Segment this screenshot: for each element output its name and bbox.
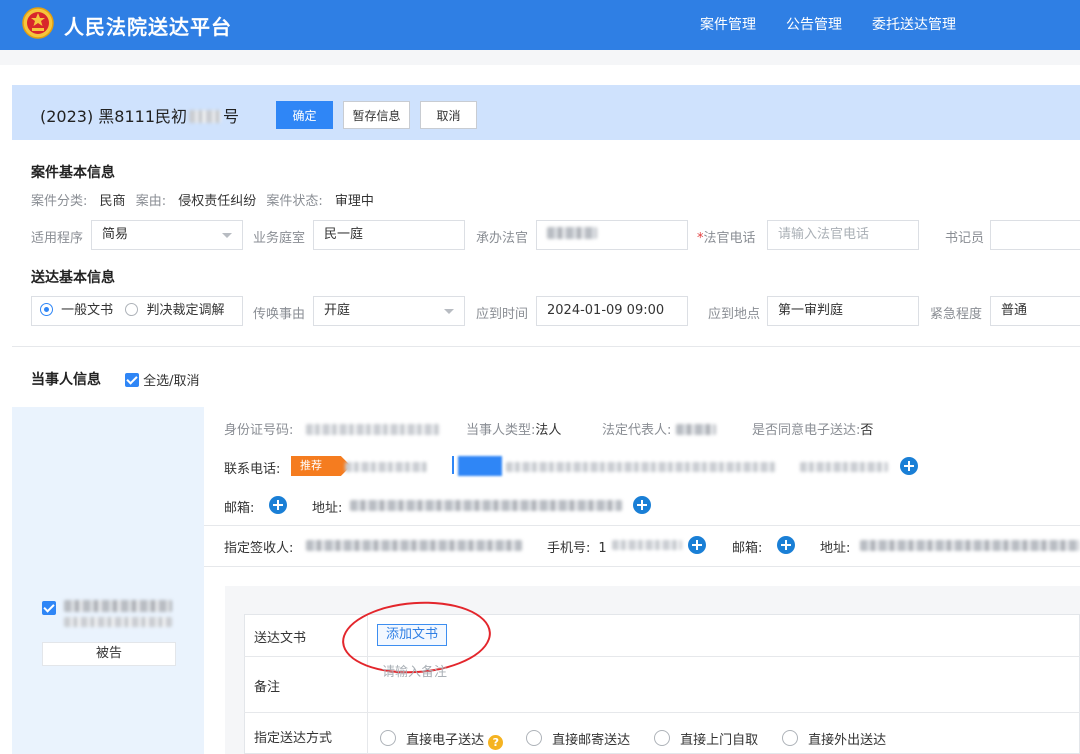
mobile-redacted <box>612 540 682 550</box>
electronic-consent: 是否同意电子送达:否 <box>752 423 874 438</box>
judge-phone-label: *法官电话 <box>697 231 756 246</box>
signer-redacted <box>306 540 522 551</box>
procedure-label: 适用程序 <box>31 231 84 246</box>
save-draft-button[interactable]: 暂存信息 <box>343 101 410 129</box>
checkbox-checked-icon[interactable] <box>125 373 139 387</box>
reason-select[interactable]: 开庭 <box>313 296 465 326</box>
row-divider-2 <box>244 712 1080 713</box>
radio-pickup[interactable] <box>654 730 670 746</box>
method-pickup[interactable]: 直接上门自取 <box>654 729 758 748</box>
judge-phone-input[interactable]: 请输入法官电话 <box>767 220 919 250</box>
text-cursor <box>452 456 454 474</box>
section-divider <box>12 346 1080 347</box>
court-label: 业务庭室 <box>253 231 306 246</box>
signer-address-label: 地址: <box>820 541 851 556</box>
court-emblem-icon <box>22 7 54 39</box>
case-number: (2023) 黑8111民初号 <box>40 107 240 126</box>
platform-title: 人民法院送达平台 <box>64 15 232 39</box>
radio-mail[interactable] <box>526 730 542 746</box>
method-mail[interactable]: 直接邮寄送达 <box>526 729 630 748</box>
address-label: 地址: <box>312 501 343 516</box>
nav-case-management[interactable]: 案件管理 <box>700 14 756 34</box>
remark-input[interactable]: 请输入备注 <box>382 661 447 680</box>
time-input[interactable]: 2024-01-09 09:00 <box>536 296 688 326</box>
nav-notice-management[interactable]: 公告管理 <box>786 14 842 34</box>
help-icon[interactable]: ? <box>488 735 504 750</box>
party-name-redacted-2 <box>64 617 172 627</box>
party-role-tag[interactable]: 被告 <box>42 642 176 666</box>
contact-phone-label: 联系电话: <box>224 462 281 477</box>
radio-general-document[interactable] <box>40 303 53 316</box>
court-input[interactable]: 民一庭 <box>313 220 465 250</box>
judge-input[interactable] <box>536 220 688 250</box>
radio-electronic[interactable] <box>380 730 396 746</box>
time-label: 应到时间 <box>476 307 529 322</box>
party-divider-2 <box>204 566 1080 567</box>
confirm-button[interactable]: 确定 <box>276 101 333 129</box>
radio-judgment-document[interactable] <box>125 303 139 316</box>
party-divider <box>204 525 1080 526</box>
phone-selected-redacted <box>458 456 502 476</box>
party-info-title: 当事人信息 <box>31 372 101 388</box>
procedure-select[interactable]: 简易 <box>91 220 243 250</box>
chevron-down-icon <box>444 309 454 314</box>
address-redacted <box>350 500 622 511</box>
document-type-radio-group: 一般文书 判决裁定调解 <box>31 296 243 326</box>
service-method-label: 指定送达方式 <box>254 731 333 746</box>
party-type: 当事人类型:法人 <box>466 423 562 438</box>
add-email-icon[interactable] <box>269 496 287 514</box>
party-checkbox[interactable] <box>42 601 56 615</box>
judge-label: 承办法官 <box>476 231 529 246</box>
email-label: 邮箱: <box>224 501 255 516</box>
recommend-tag: 推荐 <box>291 456 341 476</box>
add-signer-email-icon[interactable] <box>777 536 795 554</box>
place-input[interactable]: 第一审判庭 <box>767 296 919 326</box>
radio-outgoing[interactable] <box>782 730 798 746</box>
service-info-title: 送达基本信息 <box>31 270 115 286</box>
mobile-label: 手机号: 1 <box>547 541 607 556</box>
add-mobile-icon[interactable] <box>688 536 706 554</box>
remark-label: 备注 <box>254 680 281 695</box>
party-name-redacted <box>64 600 172 612</box>
case-info-title: 案件基本信息 <box>31 165 115 181</box>
signer-email-label: 邮箱: <box>732 541 763 556</box>
method-outgoing[interactable]: 直接外出送达 <box>782 729 886 748</box>
signer-address-redacted <box>860 540 1080 551</box>
urgency-select[interactable]: 普通 <box>990 296 1080 326</box>
reason-label: 传唤事由 <box>253 307 306 322</box>
nav-entrusted-service-management[interactable]: 委托送达管理 <box>872 14 956 34</box>
method-electronic[interactable]: 直接电子送达 ? <box>380 729 504 750</box>
chevron-down-icon <box>222 233 232 238</box>
place-label: 应到地点 <box>708 307 761 322</box>
party-list-column <box>12 407 204 754</box>
cancel-button[interactable]: 取消 <box>420 101 477 129</box>
clerk-input[interactable] <box>990 220 1080 250</box>
designated-signer-label: 指定签收人: <box>224 541 294 556</box>
case-meta-line: 案件分类: 民商 案由: 侵权责任纠纷 案件状态: 审理中 <box>31 194 374 209</box>
page-gutter <box>0 50 1080 65</box>
legal-representative: 法定代表人: <box>602 419 716 438</box>
add-address-icon[interactable] <box>633 496 651 514</box>
phone-redacted-1 <box>345 462 427 472</box>
phone-redacted-3 <box>800 462 888 472</box>
top-nav-bar: 人民法院送达平台 案件管理 公告管理 委托送达管理 <box>0 0 1080 50</box>
clerk-label: 书记员 <box>945 231 985 246</box>
phone-redacted-2 <box>506 462 776 472</box>
urgency-label: 紧急程度 <box>930 307 983 322</box>
add-phone-icon[interactable] <box>900 457 918 475</box>
select-all-toggle[interactable]: 全选/取消 <box>125 370 200 389</box>
party-detail-row-1: 身份证号码: <box>224 419 440 438</box>
document-label: 送达文书 <box>254 631 307 646</box>
